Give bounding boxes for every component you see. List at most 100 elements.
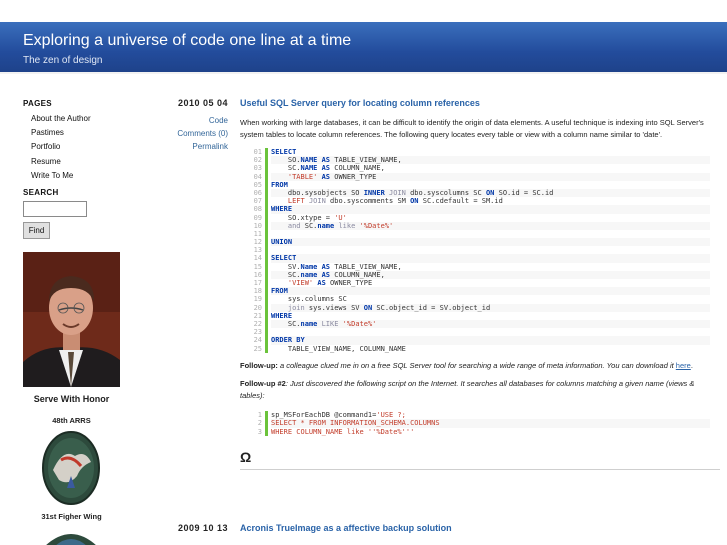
line-number: 3	[257, 427, 262, 436]
followup2-text: : Just discovered the following script o…	[240, 379, 695, 400]
post-article: Useful SQL Server query for locating col…	[240, 98, 720, 470]
post-title[interactable]: Useful SQL Server query for locating col…	[240, 98, 710, 108]
post2-title[interactable]: Acronis TrueImage as a affective backup …	[240, 523, 710, 533]
line-number: 06	[253, 188, 262, 197]
code-text: 'TABLE' AS OWNER_TYPE	[271, 172, 710, 181]
page-link-pastimes[interactable]: Pastimes	[31, 126, 143, 140]
line-number: 08	[253, 205, 262, 214]
end-of-post-mark: Ω	[240, 448, 252, 465]
sql-line: 22 SC.name LIKE '%Date%'	[240, 319, 710, 329]
search-heading: SEARCH	[23, 187, 59, 197]
code-text: WHERE	[271, 311, 710, 320]
gutter-bar	[265, 328, 268, 337]
sql-line: 18 FROM	[240, 287, 710, 296]
sql-line: 15 SV.Name AS TABLE_VIEW_NAME,	[240, 262, 710, 271]
sql-line: 08 WHERE	[240, 205, 710, 214]
sql-code-block: 01 SELECT 02 SO.NAME AS TABLE_VIEW_NAME, 03…	[240, 148, 710, 353]
gutter-bar	[265, 427, 268, 436]
followup2-paragraph: Follow-up #2: Just discovered the follow…	[240, 378, 710, 401]
permalink-link[interactable]: Permalink	[150, 143, 228, 151]
sidebar: PAGES About the Author Pastimes Portfoli…	[23, 99, 143, 545]
category-link[interactable]: Code	[150, 117, 228, 125]
line-number: 20	[253, 303, 262, 312]
line-number: 21	[253, 311, 262, 320]
code-text: SC.name AS COLUMN_NAME,	[271, 270, 710, 279]
script-line: 1 sp_MSForEachDB @command1='USE ?;	[240, 411, 710, 420]
author-photo	[23, 251, 120, 387]
followup-text: a colleague clued me in on a free SQL Se…	[277, 360, 676, 370]
line-number: 23	[253, 328, 262, 337]
line-number: 03	[253, 164, 262, 173]
pages-list: About the Author Pastimes Portfolio Resu…	[23, 112, 143, 183]
gutter-bar	[265, 172, 268, 181]
site-tagline: The zen of design	[23, 55, 103, 66]
sql-line: 05 FROM	[240, 180, 710, 189]
search-input[interactable]	[23, 200, 87, 217]
followup-paragraph: Follow-up: a colleague clued me in on a …	[240, 360, 710, 372]
gutter-bar	[265, 419, 268, 428]
script-line: 2 SELECT * FROM INFORMATION_SCHEMA.COLUMN…	[240, 419, 710, 428]
sql-line: 06 dbo.sysobjects SO INNER JOIN dbo.sysc…	[240, 188, 710, 198]
gutter-bar	[265, 319, 268, 329]
gutter-bar	[265, 311, 268, 320]
line-number: 09	[253, 213, 262, 222]
gutter-bar	[265, 287, 268, 296]
sql-line: 12 UNION	[240, 238, 710, 247]
code-text	[271, 246, 710, 255]
line-number: 22	[253, 319, 262, 328]
post2-meta: 2009 10 13	[150, 523, 228, 533]
unit-heading-31st: 31st Figher Wing	[41, 511, 102, 521]
line-number: 25	[253, 344, 262, 353]
script-line: 3 WHERE COLUMN_NAME like ''%Date%'''	[240, 427, 710, 436]
code-text: sys.columns SC	[271, 295, 710, 304]
code-text: 'VIEW' AS OWNER_TYPE	[271, 279, 710, 288]
page-link-write-to-me[interactable]: Write To Me	[31, 169, 143, 183]
line-number: 10	[253, 221, 262, 230]
line-number: 07	[253, 197, 262, 206]
line-number: 1	[257, 411, 262, 420]
sql-line: 21 WHERE	[240, 311, 710, 320]
post2-article: Acronis TrueImage as a affective backup …	[240, 523, 710, 533]
find-button[interactable]: Find	[23, 221, 50, 239]
script-code-block: 1 sp_MSForEachDB @command1='USE ?; 2 SELECT…	[240, 411, 710, 436]
page-link-resume[interactable]: Resume	[31, 155, 143, 169]
gutter-bar	[265, 229, 268, 239]
code-text	[271, 229, 710, 239]
sql-line: 17 'VIEW' AS OWNER_TYPE	[240, 279, 710, 288]
page-link-portfolio[interactable]: Portfolio	[31, 140, 143, 154]
gutter-bar	[265, 238, 268, 247]
gutter-bar	[265, 344, 268, 353]
comments-link[interactable]: Comments (0)	[150, 130, 228, 138]
code-text: SELECT	[271, 148, 710, 157]
sql-line: 10 and SC.name like '%Date%'	[240, 221, 710, 230]
sql-line: 01 SELECT	[240, 148, 710, 157]
code-text: LEFT JOIN dbo.syscomments SM ON SC.cdefa…	[271, 197, 710, 206]
sql-line: 07 LEFT JOIN dbo.syscomments SM ON SC.cd…	[240, 197, 710, 206]
sql-line: 20 join sys.views SV ON SC.object_id = S…	[240, 303, 710, 312]
code-text: UNION	[271, 238, 710, 247]
gutter-bar	[265, 180, 268, 189]
code-text: FROM	[271, 180, 710, 189]
download-link[interactable]: here	[676, 361, 691, 370]
line-number: 14	[253, 254, 262, 263]
gutter-bar	[265, 270, 268, 279]
site-header: Exploring a universe of code one line at…	[0, 22, 727, 74]
gutter-bar	[265, 336, 268, 345]
gutter-bar	[265, 188, 268, 198]
line-number: 16	[253, 270, 262, 279]
unit-patch-48th	[41, 430, 101, 506]
sql-line: 02 SO.NAME AS TABLE_VIEW_NAME,	[240, 156, 710, 165]
line-number: 11	[253, 229, 262, 238]
gutter-bar	[265, 213, 268, 222]
page-link-about[interactable]: About the Author	[31, 112, 143, 126]
line-number: 24	[253, 336, 262, 345]
code-text: SO.xtype = 'U'	[271, 213, 710, 222]
sql-line: 14 SELECT	[240, 254, 710, 263]
line-number: 18	[253, 287, 262, 296]
code-text: ORDER BY	[271, 336, 710, 345]
code-text: SELECT * FROM INFORMATION_SCHEMA.COLUMNS	[271, 419, 710, 428]
code-text: WHERE COLUMN_NAME like ''%Date%'''	[271, 427, 710, 436]
gutter-bar	[265, 254, 268, 263]
code-text: SV.Name AS TABLE_VIEW_NAME,	[271, 262, 710, 271]
site-title[interactable]: Exploring a universe of code one line at…	[23, 32, 351, 50]
